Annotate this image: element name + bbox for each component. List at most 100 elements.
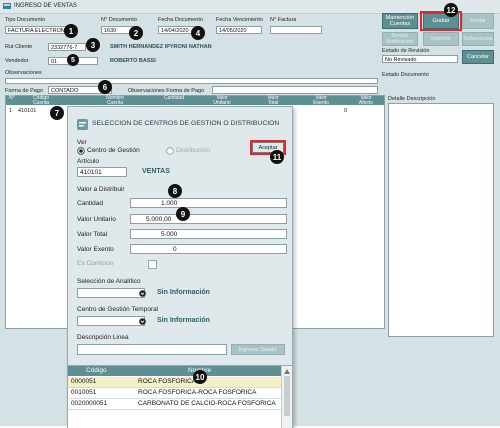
centro-gestion-dialog: SELECCION DE CENTROS DE GESTION O DISTRI… — [67, 106, 293, 428]
valor-exento-label: Valor Exento — [77, 246, 114, 253]
fecha-vencimiento-label: Fecha Vencimiento — [216, 17, 263, 23]
annotation-badge-9: 9 — [176, 207, 190, 221]
annotation-badge-4: 4 — [191, 26, 205, 40]
obs-forma-pago-label: Observaciones Forma de Pago — [128, 88, 205, 94]
dialog-title: SELECCION DE CENTROS DE GESTION O DISTRI… — [92, 120, 280, 127]
app-icon — [3, 3, 11, 9]
list-item-codigo: 0020000051 — [71, 400, 108, 407]
list-item-nombre: ROCA FOSFORICA-ROCA FOSFORICA — [138, 389, 257, 396]
list-item[interactable]: 0020000051 CARBONATO DE CALCIO-ROCA FOSF… — [68, 399, 281, 410]
es-comision-checkbox[interactable] — [148, 260, 157, 269]
analitico-dropdown-icon[interactable] — [139, 290, 146, 297]
scroll-thumb[interactable] — [284, 376, 290, 416]
annotation-badge-7: 7 — [50, 106, 64, 120]
list-item-codigo: 0010051 — [71, 389, 97, 396]
list-item[interactable]: 0010051 ROCA FOSFORICA-ROCA FOSFORICA — [68, 388, 281, 399]
cantidad-label: Cantidad — [77, 200, 104, 207]
valor-distribuir-label: Valor a Distribuir — [77, 186, 125, 193]
analitico-label: Selección de Analítico — [77, 278, 141, 285]
articulo-label: Artículo — [77, 158, 100, 165]
valor-unitario-input[interactable]: 5.000,00 — [130, 214, 287, 224]
annotation-badge-10: 10 — [193, 370, 207, 384]
valor-total-label: Valor Total — [77, 231, 108, 238]
radio-distribucion[interactable] — [166, 147, 174, 155]
analitico-input[interactable] — [77, 288, 145, 298]
grid-cell-afecto: 0 — [344, 108, 348, 114]
centros-list: Código Nombre 0000051 ROCA FOSFORICA 001… — [68, 365, 292, 428]
tipo-documento-label: Tipo Documento — [5, 17, 46, 23]
annotation-badge-1: 1 — [64, 24, 78, 38]
fecha-documento-label: Fecha Documento — [158, 17, 203, 23]
detalle-descripcion-label: Detalle Descripción — [388, 96, 436, 102]
valor-exento-input[interactable]: 0 — [130, 244, 287, 254]
list-col-codigo: Código — [86, 367, 107, 374]
observaciones-label: Observaciones — [5, 70, 42, 76]
descripcion-input[interactable] — [77, 344, 227, 355]
temporal-label: Centro de Gestión Temporal — [77, 306, 159, 313]
n-documento-label: N° Documento — [101, 17, 137, 23]
fecha-vencimiento-input[interactable]: 14/05/2020 — [216, 26, 262, 34]
analitico-info: Sin Información — [157, 289, 210, 296]
grid-cell-n: 1 — [9, 108, 13, 114]
grid-col-valor-total: Valor Total — [267, 95, 279, 106]
scroll-up-icon[interactable] — [284, 369, 290, 374]
cliente-name: SMITH HERNANDEZ IPYRONI NATHAN — [110, 44, 212, 50]
cancelar-button[interactable]: Cancelar — [462, 50, 494, 64]
observaciones-input[interactable] — [5, 78, 378, 84]
list-item-nombre: ROCA FOSFORICA — [138, 378, 197, 385]
list-item-codigo: 0000051 — [71, 378, 97, 385]
annotation-badge-12: 12 — [444, 3, 458, 17]
estado-revision-label: Estado de Revisión — [382, 48, 430, 54]
list-item-nombre: CARBONATO DE CALCIO-ROCA FOSFORICA — [138, 400, 276, 407]
estado-documento-label: Estado Documento — [382, 72, 429, 78]
annotation-badge-2: 2 — [129, 26, 143, 40]
forma-pago-label: Forma de Pago — [5, 88, 43, 94]
valor-total-input[interactable]: 5.000 — [130, 229, 287, 239]
grid-header: N° Código Cuenta Nombre Cuenta Cantidad … — [6, 95, 384, 106]
ingresar-detalle-button[interactable]: Ingresar Detalle — [231, 344, 285, 355]
annotation-badge-8: 8 — [168, 184, 182, 198]
grid-col-n: N° — [9, 95, 15, 101]
annotation-badge-3: 3 — [86, 38, 100, 52]
grid-cell-codigo: 410101 — [18, 108, 37, 114]
temporal-dropdown-icon[interactable] — [139, 318, 146, 325]
anular-button[interactable]: Anular — [462, 13, 494, 29]
grid-col-codigo: Código Cuenta — [32, 95, 50, 106]
list-scrollbar[interactable] — [281, 366, 292, 428]
cantidad-input[interactable]: 1.000 — [130, 198, 287, 208]
list-item[interactable]: 0000051 ROCA FOSFORICA — [68, 377, 281, 388]
radio-centro-gestion[interactable] — [77, 147, 85, 155]
estado-revision-field: No Revisado — [382, 55, 458, 63]
dialog-icon — [77, 119, 88, 130]
rut-cliente-input[interactable]: 2332776-7 — [48, 43, 86, 51]
mantencion-cuentas-button[interactable]: Mantención Cuentas — [382, 13, 418, 29]
annotation-badge-6: 6 — [98, 80, 112, 94]
vendedor-name: ROBERTO BASSI — [110, 58, 156, 64]
n-factura-input[interactable] — [270, 26, 322, 34]
list-header: Código Nombre — [68, 366, 281, 376]
window-title: INGRESO DE VENTAS — [14, 3, 77, 9]
annotation-badge-11: 11 — [270, 150, 284, 164]
detalle-descripcion-box[interactable] — [388, 103, 494, 337]
grid-col-valor-exento: Valor Exento — [313, 95, 329, 106]
ver-label: Ver — [77, 139, 87, 146]
referencias-button[interactable]: Referencias — [462, 32, 494, 46]
valor-unitario-label: Valor Unitario — [77, 216, 116, 223]
annotation-badge-5: 5 — [67, 54, 79, 66]
descripcion-label: Descripción Linea — [77, 334, 129, 341]
temporal-info: Sin Información — [157, 317, 210, 324]
doctos-notificacion-button[interactable]: Doctos Notificación — [382, 32, 418, 46]
radio-centro-gestion-label: Centro de Gestión — [87, 147, 140, 154]
rut-cliente-label: Rut Cliente — [5, 44, 33, 50]
imprimir-button[interactable]: Imprimir — [423, 32, 459, 46]
articulo-name: VENTAS — [142, 168, 170, 175]
grid-col-nombre: Nombre Cuenta — [106, 95, 124, 106]
grid-col-cantidad: Cantidad — [164, 95, 185, 101]
obs-forma-pago-input[interactable] — [212, 86, 378, 94]
articulo-code-field[interactable]: 410101 — [77, 167, 127, 177]
grid-col-valor-unitario: Valor Unitario — [213, 95, 231, 106]
vendedor-label: Vendedor — [5, 58, 29, 64]
es-comision-label: Es Comision — [77, 260, 114, 267]
radio-distribucion-label: Distribución — [176, 147, 210, 154]
temporal-input[interactable] — [77, 316, 145, 326]
